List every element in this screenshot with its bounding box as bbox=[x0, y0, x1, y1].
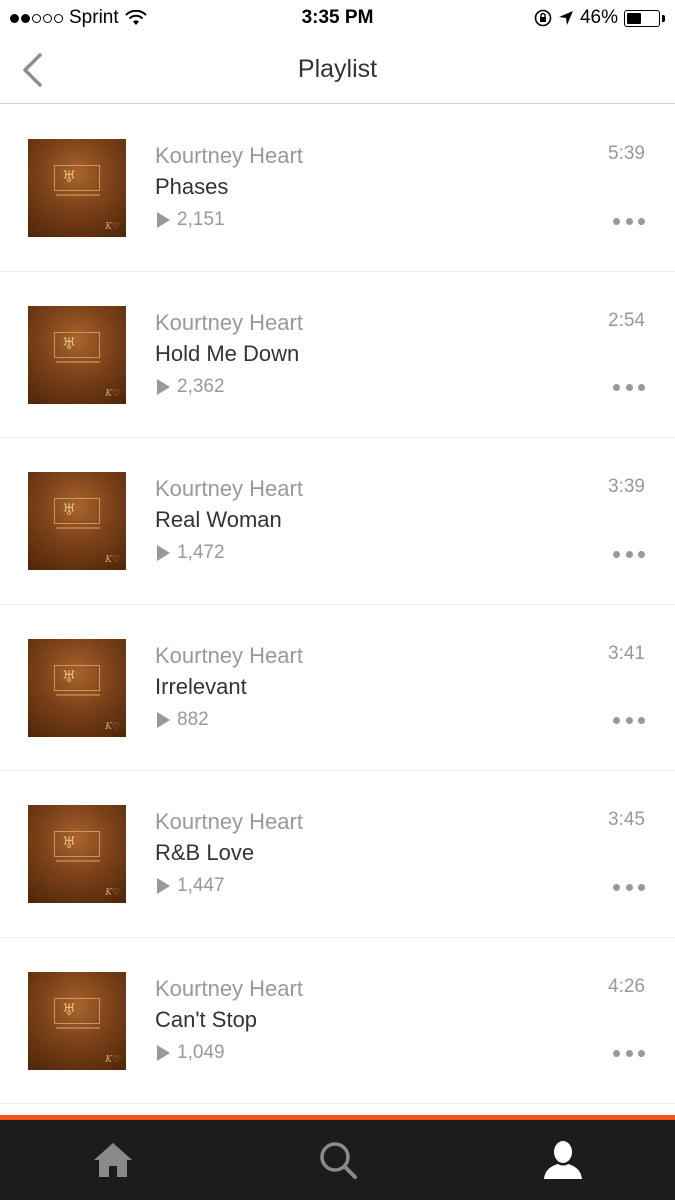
play-icon bbox=[157, 878, 170, 894]
wifi-icon bbox=[124, 10, 147, 25]
track-row[interactable]: ♅ K♡ Kourtney Heart R&B Love 1,447 3:45 bbox=[0, 771, 675, 938]
more-dot bbox=[625, 1050, 633, 1057]
play-icon bbox=[157, 711, 170, 728]
more-options-button[interactable] bbox=[613, 1046, 645, 1062]
track-row[interactable]: ♅ K♡ Kourtney Heart Phases 2,151 5:39 bbox=[0, 105, 675, 272]
play-icon bbox=[157, 212, 170, 228]
tab-bar bbox=[0, 1120, 675, 1200]
play-count-value: 2,151 bbox=[177, 209, 225, 230]
track-title: R&B Love bbox=[155, 840, 255, 865]
more-dot bbox=[613, 883, 620, 891]
more-dot bbox=[613, 1050, 620, 1057]
track-list: ♅ K♡ Kourtney Heart Phases 2,151 5:39 ♅ bbox=[0, 105, 675, 1104]
more-dot bbox=[625, 883, 633, 891]
tab-home[interactable] bbox=[73, 1130, 153, 1190]
more-dot bbox=[625, 384, 633, 391]
signal-strength-icon bbox=[10, 13, 63, 23]
play-count: 1,049 bbox=[155, 1042, 225, 1064]
play-count-value: 1,447 bbox=[177, 875, 225, 896]
more-dot bbox=[625, 550, 633, 558]
more-dot bbox=[638, 1050, 645, 1057]
track-duration: 3:39 bbox=[608, 476, 645, 497]
track-artist: Kourtney Heart bbox=[155, 476, 303, 501]
more-dot bbox=[638, 550, 645, 558]
track-duration: 2:54 bbox=[608, 309, 645, 331]
track-title: Hold Me Down bbox=[155, 340, 300, 366]
nav-bar: Playlist bbox=[0, 36, 675, 104]
track-row[interactable]: ♅ K♡ Kourtney Heart Irrelevant 882 3:41 bbox=[0, 605, 675, 771]
profile-icon bbox=[543, 1141, 582, 1179]
play-count-value: 2,362 bbox=[177, 375, 225, 397]
play-icon bbox=[157, 545, 170, 561]
track-row[interactable]: ♅ K♡ Kourtney Heart Real Woman 1,472 3:3… bbox=[0, 438, 675, 605]
track-row[interactable]: ♅ K♡ Kourtney Heart Hold Me Down 2,362 2… bbox=[0, 272, 675, 438]
track-artist: Kourtney Heart bbox=[155, 642, 303, 668]
orientation-lock-icon bbox=[534, 9, 552, 27]
album-artwork: ♅ K♡ bbox=[28, 971, 126, 1070]
play-icon bbox=[157, 378, 170, 395]
track-title: Can't Stop bbox=[155, 1006, 258, 1032]
back-button[interactable] bbox=[14, 50, 50, 90]
tab-profile[interactable] bbox=[523, 1130, 603, 1190]
chevron-left-icon bbox=[23, 53, 42, 87]
more-dot bbox=[613, 550, 620, 558]
track-title: Real Woman bbox=[155, 507, 282, 532]
status-bar-left: Sprint bbox=[10, 7, 147, 29]
more-options-button[interactable] bbox=[613, 713, 645, 729]
track-artist: Kourtney Heart bbox=[155, 809, 303, 834]
track-artist: Kourtney Heart bbox=[155, 309, 303, 335]
more-dot bbox=[613, 717, 620, 724]
track-artist: Kourtney Heart bbox=[155, 143, 303, 168]
play-count: 1,472 bbox=[155, 542, 225, 564]
track-duration: 3:41 bbox=[608, 642, 645, 664]
play-count: 2,362 bbox=[155, 376, 225, 398]
home-icon bbox=[93, 1143, 132, 1177]
play-count-value: 1,472 bbox=[177, 542, 225, 563]
more-dot bbox=[638, 883, 645, 891]
track-row[interactable]: ♅ K♡ Kourtney Heart Can't Stop 1,049 4:2… bbox=[0, 938, 675, 1104]
track-duration: 4:26 bbox=[608, 975, 645, 997]
battery-icon bbox=[624, 9, 665, 27]
play-count: 1,447 bbox=[155, 875, 225, 897]
more-dot bbox=[625, 717, 633, 724]
play-count: 2,151 bbox=[155, 209, 225, 231]
play-count: 882 bbox=[155, 709, 209, 731]
more-options-button[interactable] bbox=[613, 213, 645, 229]
play-icon bbox=[157, 1044, 170, 1061]
carrier-name: Sprint bbox=[69, 7, 119, 28]
search-icon bbox=[319, 1142, 357, 1179]
more-dot bbox=[638, 217, 645, 225]
track-title: Irrelevant bbox=[155, 673, 247, 699]
more-options-button[interactable] bbox=[613, 879, 645, 895]
more-dot bbox=[625, 217, 633, 225]
battery-percent: 46% bbox=[579, 7, 618, 28]
status-bar-right: 46% bbox=[534, 7, 665, 29]
album-artwork: ♅ K♡ bbox=[28, 472, 126, 570]
more-dot bbox=[613, 217, 620, 225]
track-artist: Kourtney Heart bbox=[155, 975, 303, 1001]
play-count-value: 1,049 bbox=[177, 1041, 225, 1063]
more-options-button[interactable] bbox=[613, 546, 645, 562]
play-count-value: 882 bbox=[177, 708, 209, 730]
more-dot bbox=[613, 384, 620, 391]
track-duration: 5:39 bbox=[608, 143, 645, 164]
tab-search[interactable] bbox=[298, 1130, 378, 1190]
status-bar: Sprint 3:35 PM 46% bbox=[0, 0, 675, 36]
more-dot bbox=[638, 384, 645, 391]
track-duration: 3:45 bbox=[608, 809, 645, 830]
album-artwork: ♅ K♡ bbox=[28, 638, 126, 737]
album-artwork: ♅ K♡ bbox=[28, 139, 126, 237]
album-artwork: ♅ K♡ bbox=[28, 805, 126, 903]
more-options-button[interactable] bbox=[613, 380, 645, 396]
location-arrow-icon bbox=[558, 11, 573, 25]
more-dot bbox=[638, 717, 645, 724]
album-artwork: ♅ K♡ bbox=[28, 305, 126, 404]
page-title: Playlist bbox=[297, 55, 378, 83]
track-title: Phases bbox=[155, 174, 229, 199]
